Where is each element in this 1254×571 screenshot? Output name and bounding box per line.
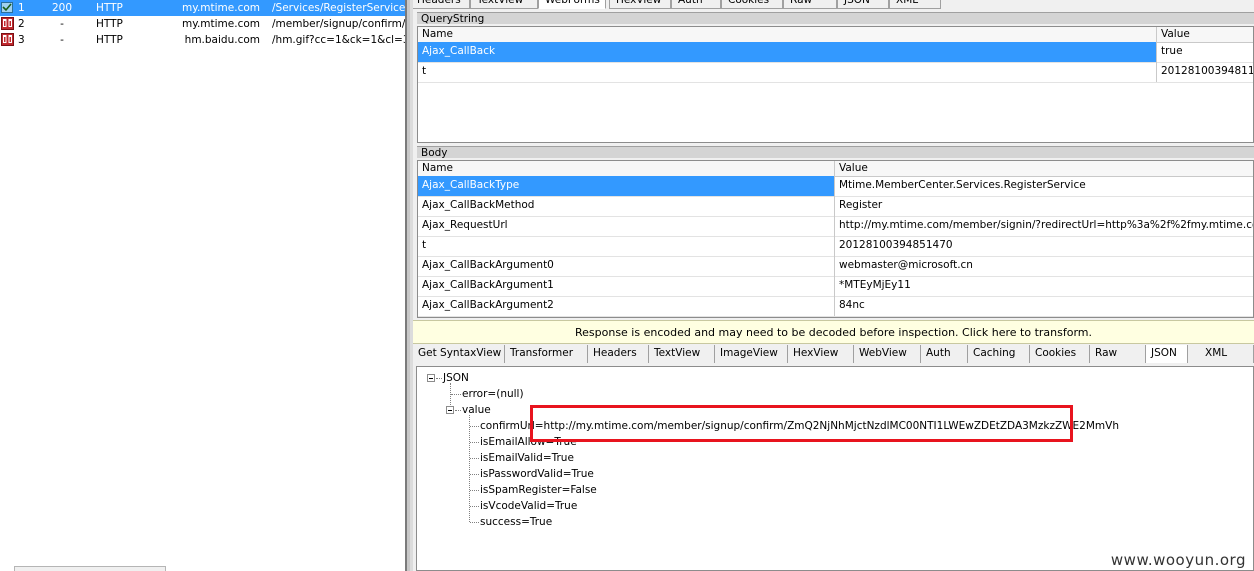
session-row[interactable]: 1 200 HTTP my.mtime.com/Services/RegisterSe… [0,0,405,16]
param-name: Ajax_CallBack [418,42,1157,62]
response-tab-hexview[interactable]: HexView [788,345,854,363]
column-header-value[interactable]: Value [1157,27,1253,42]
grid-row[interactable]: Ajax_CallBackArgument1 *MTEyMjEy11 [418,276,1253,297]
json-child-node[interactable]: isVcodeValid=True [480,499,577,513]
session-protocol: HTTP [96,18,123,30]
session-request-icon [1,33,14,46]
json-child-node[interactable]: success=True [480,515,552,529]
horizontal-scrollbar[interactable] [14,566,166,571]
grid-row[interactable]: t 20128100394851470 [418,236,1253,257]
response-tab-transformer[interactable]: Transformer [505,345,588,363]
pane-splitter[interactable] [405,0,413,571]
param-name: t [418,62,1157,82]
transform-notice-bar[interactable]: Response is encoded and may need to be d… [413,320,1254,344]
session-request-icon [1,17,14,30]
grid-row[interactable]: Ajax_CallBackType Mtime.MemberCenter.Serv… [418,176,1253,197]
highlight-box [530,405,1073,442]
grid-header-row: Name Value [418,161,1253,177]
response-tab-raw[interactable]: Raw [1090,345,1146,363]
param-name: Ajax_CallBackMethod [418,196,835,216]
session-host: my.mtime.com [182,2,260,14]
response-tab-caching[interactable]: Caching [968,345,1030,363]
grid-row[interactable]: Ajax_CallBackArgument2 84nc [418,296,1253,317]
session-row[interactable]: 3-HTTPhm.baidu.com/hm.gif?cc=1&ck=1&cl=3… [0,32,405,48]
json-error-node[interactable]: error=(null) [462,387,524,401]
grid-row[interactable]: Ajax_RequestUrl http://my.mtime.com/membe… [418,216,1253,237]
param-value: 20128100394811159 [1161,65,1253,77]
body-grid[interactable]: Name Value Ajax_CallBackType Mtime.MemberCe… [417,160,1254,318]
request-tab-cookies[interactable]: Cookies [721,0,783,9]
session-protocol: HTTP [96,34,123,46]
json-child-node[interactable]: isPasswordValid=True [480,467,594,481]
session-list[interactable]: 1 200 HTTP my.mtime.com/Services/RegisterSe… [0,0,405,571]
session-result: - [60,34,64,46]
param-value: Register [839,199,883,211]
param-value: Mtime.MemberCenter.Services.RegisterServ… [839,179,1086,191]
json-root-node[interactable]: JSON [443,371,469,385]
param-value: 20128100394851470 [839,239,953,251]
param-value: true [1161,45,1183,57]
response-tab-cookies[interactable]: Cookies [1030,345,1090,363]
response-tab-headers[interactable]: Headers [588,345,649,363]
session-url: /member/signup/confirm/Zm [272,18,405,30]
json-child-node[interactable]: isSpamRegister=False [480,483,597,497]
param-name: Ajax_RequestUrl [418,216,835,236]
request-tab-hexview[interactable]: HexView [609,0,671,9]
grid-row[interactable]: t 20128100394811159 [418,62,1253,83]
response-tab-imageview[interactable]: ImageView [715,345,788,363]
response-tab-get-syntaxview[interactable]: Get SyntaxView [413,345,505,363]
column-header-value[interactable]: Value [835,161,1253,176]
param-name: Ajax_CallBackArgument2 [418,296,835,316]
grid-row[interactable]: Ajax_CallBack true [418,42,1253,63]
session-protocol: HTTP [96,2,123,14]
response-tab-webview[interactable]: WebView [854,345,921,363]
param-value: 84nc [839,299,865,311]
json-tree-view[interactable]: JSON error=(null) value confirmUrl=http://m… [416,366,1254,571]
param-value: webmaster@microsoft.cn [839,259,973,271]
request-tab-xml[interactable]: XML [889,0,941,9]
session-row[interactable]: 2- HTTP my.mtime.com/member/signup/confirm… [0,16,405,32]
json-child-node[interactable]: isEmailValid=True [480,451,574,465]
body-header: Body [417,146,1254,159]
response-tab-xml[interactable]: XML [1200,345,1254,363]
param-name: Ajax_CallBackArgument0 [418,256,835,276]
json-value-node[interactable]: value [462,403,491,417]
param-name: Ajax_CallBackArgument1 [418,276,835,296]
querystring-header: QueryString [417,12,1254,25]
session-host: hm.baidu.com [184,34,260,46]
inspector-pane: Headers TextView WebForms HexView Auth Cookie… [413,0,1254,571]
session-host: my.mtime.com [182,18,260,30]
column-header-name[interactable]: Name [418,161,835,176]
param-name: t [418,236,835,256]
grid-row[interactable]: Ajax_CallBackArgument0 webmaster@microsof… [418,256,1253,277]
grid-header-row: Name Value [418,27,1253,43]
collapse-value-toggle[interactable] [446,406,454,414]
grid-row[interactable]: Ajax_CallBackMethod Register [418,196,1253,217]
param-value: *MTEyMjEy11 [839,279,911,291]
column-header-name[interactable]: Name [418,27,1157,42]
request-tab-headers[interactable]: Headers [413,0,470,9]
collapse-json-toggle[interactable] [427,374,435,382]
response-tab-json[interactable]: JSON [1146,345,1188,363]
response-tab-textview[interactable]: TextView [649,345,715,363]
session-result: - [60,18,64,30]
response-tab-auth[interactable]: Auth [921,345,968,363]
querystring-grid[interactable]: Name Value Ajax_CallBack true t 2012810039481… [417,26,1254,143]
session-url: /Services/RegisterService.m [272,2,405,14]
request-tab-webforms[interactable]: WebForms [538,0,606,9]
session-done-icon [1,2,13,13]
param-name: Ajax_CallBackType [418,176,835,196]
request-tab-textview[interactable]: TextView [470,0,538,9]
request-tab-raw[interactable]: Raw [783,0,837,9]
param-value: http://my.mtime.com/member/signin/?redir… [839,219,1253,231]
watermark: www.wooyun.org [1110,551,1246,569]
session-result: 200 [51,2,73,14]
request-tab-json[interactable]: JSON [837,0,889,9]
request-tab-auth[interactable]: Auth [671,0,721,9]
session-url: /hm.gif?cc=1&ck=1&cl=32- [272,34,405,46]
